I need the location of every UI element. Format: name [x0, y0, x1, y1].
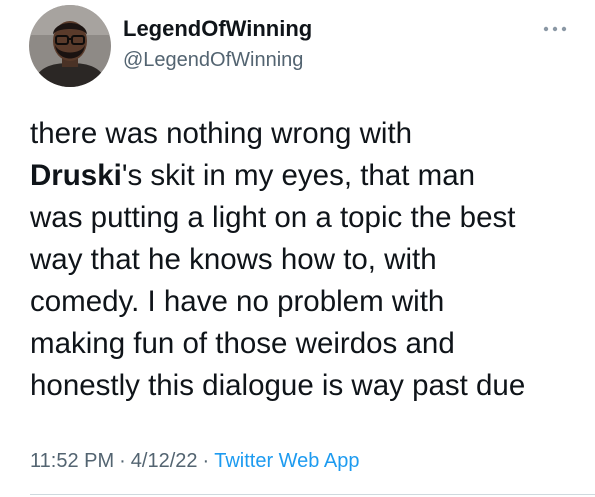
tweet-line: way that he knows how to, with [30, 239, 575, 281]
tweet-card: LegendOfWinning @LegendOfWinning there w… [0, 0, 595, 497]
more-options-icon [543, 26, 567, 32]
tweet-line-text: was putting a light on a topic the best [30, 201, 516, 234]
display-name[interactable]: LegendOfWinning [123, 15, 312, 43]
separator-dot: · [119, 450, 126, 472]
tweet-source-link[interactable]: Twitter Web App [214, 450, 359, 472]
tweet-time[interactable]: 11:52 PM [30, 450, 114, 472]
separator-dot: · [202, 450, 210, 472]
tweet-line: was putting a light on a topic the best [30, 197, 575, 239]
tweet-line: there was nothing wrong with [30, 113, 575, 155]
tweet-line: honestly this dialogue is way past due [30, 365, 575, 407]
divider [30, 494, 595, 495]
tweet-line-text: way that he knows how to, with [30, 243, 437, 276]
user-info: LegendOfWinning @LegendOfWinning [123, 15, 312, 73]
tweet-line-text: 's skit in my eyes, that man [121, 159, 476, 192]
tweet-metadata: 11:52 PM · 4/12/22 · Twitter Web App [30, 448, 359, 474]
tweet-text: there was nothing wrong with Druski's sk… [30, 113, 575, 407]
tweet-line: Druski's skit in my eyes, that man [30, 155, 575, 197]
tweet-line-text: making fun of those weirdos and [30, 327, 455, 360]
tweet-line: making fun of those weirdos and [30, 323, 575, 365]
avatar-photo-icon [29, 5, 111, 87]
tweet-date[interactable]: 4/12/22 [131, 450, 198, 472]
more-options-button[interactable] [540, 22, 570, 36]
user-handle[interactable]: @LegendOfWinning [123, 47, 312, 73]
user-avatar[interactable] [29, 5, 111, 87]
tweet-line-text: honestly this dialogue is way past due [30, 369, 526, 402]
tweet-line-text: there was nothing wrong with [30, 117, 413, 150]
tweet-line-text: comedy. I have no problem with [30, 285, 445, 318]
mention-druski: Druski [30, 159, 122, 192]
tweet-line: comedy. I have no problem with [30, 281, 575, 323]
